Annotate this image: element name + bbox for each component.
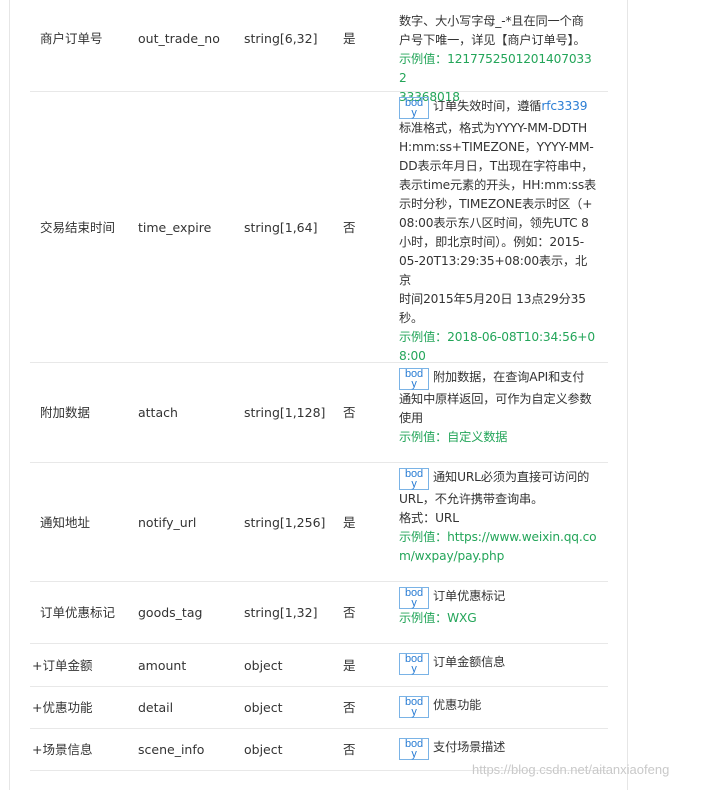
param-field: out_trade_no <box>138 31 220 46</box>
table-row[interactable]: +优惠功能 detail object 否 body 优惠功能 <box>30 687 608 729</box>
desc-first-line: body 订单失效时间，遵循rfc3339 <box>399 97 599 119</box>
body-badge: body <box>399 97 429 119</box>
example-value: 示例值：自定义数据 <box>399 430 508 444</box>
body-badge: body <box>399 587 429 609</box>
desc-first-line: body 通知URL必须为直接可访问的 <box>399 468 599 490</box>
body-badge: body <box>399 468 429 490</box>
param-type: string[6,32] <box>244 31 318 46</box>
param-field: detail <box>138 700 174 715</box>
desc-line: 秒。 <box>399 311 424 325</box>
param-name: 通知地址 <box>40 514 91 530</box>
param-description: body 订单金额信息 <box>399 644 599 675</box>
table-row[interactable]: +订单金额 amount object 是 body 订单金额信息 <box>30 644 608 687</box>
desc-line: 小时，即北京时间）。例如：2015- <box>399 235 585 249</box>
table-row: 通知地址 notify_url string[1,256] 是 body 通知UR… <box>30 463 608 582</box>
desc-line: 08:00表示东八区时间，领先UTC 8 <box>399 216 589 230</box>
param-field: notify_url <box>138 514 197 530</box>
example-value: m/wxpay/pay.php <box>399 549 505 563</box>
param-required: 否 <box>343 405 356 420</box>
param-type: string[1,32] <box>244 605 318 620</box>
desc-line: 户号下唯一，详见【商户订单号】。 <box>399 33 586 47</box>
example-value: 示例值：2018-06-08T10:34:56+0 <box>399 330 595 344</box>
param-type: string[1,256] <box>244 514 326 530</box>
param-description: body 附加数据，在查询API和支付 通知中原样返回，可作为自定义参数 使用 示… <box>399 363 599 447</box>
param-required: 否 <box>343 219 356 235</box>
param-required: 是 <box>343 657 356 673</box>
param-type: object <box>244 700 283 715</box>
param-type: string[1,64] <box>244 219 318 235</box>
rfc-link[interactable]: rfc3339 <box>541 99 587 113</box>
body-badge: body <box>399 738 429 760</box>
table-row: 商户订单号 out_trade_no string[6,32] 是 数字、大小写… <box>30 0 608 104</box>
table-row: 交易结束时间 time_expire string[1,64] 否 body 订单… <box>30 92 608 363</box>
content-frame-right-border <box>627 0 628 790</box>
parameter-table: 商户订单号 out_trade_no string[6,32] 是 数字、大小写… <box>30 0 608 771</box>
param-type: object <box>244 742 283 757</box>
param-type: object <box>244 657 283 673</box>
table-row: 附加数据 attach string[1,128] 否 body 附加数据，在查询… <box>30 363 608 463</box>
param-field: attach <box>138 405 178 420</box>
body-badge: body <box>399 653 429 675</box>
param-description: body 订单优惠标记 示例值：WXG <box>399 582 599 628</box>
desc-text: 订单优惠标记 <box>433 589 506 603</box>
desc-line: 示时分秒，TIMEZONE表示时区（+ <box>399 197 593 211</box>
param-name: 订单优惠标记 <box>40 605 116 620</box>
desc-first-line: body 订单金额信息 <box>399 653 599 675</box>
desc-first-line: body 订单优惠标记 <box>399 587 599 609</box>
param-description: body 通知URL必须为直接可访问的 URL，不允许携带查询串。 格式：URL … <box>399 463 599 566</box>
desc-first-line: body 优惠功能 <box>399 696 599 718</box>
desc-line: 使用 <box>399 411 424 425</box>
desc-line: 通知中原样返回，可作为自定义参数 <box>399 392 592 406</box>
desc-line: 时间2015年5月20日 13点29分35 <box>399 292 586 306</box>
desc-text: 订单失效时间，遵循 <box>433 99 542 113</box>
desc-text: 优惠功能 <box>433 698 482 712</box>
param-name-expandable[interactable]: +订单金额 <box>32 644 92 686</box>
param-name: 商户订单号 <box>40 31 103 46</box>
desc-text: 支付场景描述 <box>433 740 506 754</box>
desc-line: URL，不允许携带查询串。 <box>399 492 544 506</box>
body-badge: body <box>399 368 429 390</box>
param-field: amount <box>138 657 187 673</box>
watermark: https://blog.csdn.net/aitanxiaofeng <box>472 762 670 777</box>
param-required: 否 <box>343 605 356 620</box>
param-required: 是 <box>343 514 356 530</box>
param-name: 交易结束时间 <box>40 219 116 235</box>
desc-line: DD表示年月日，T出现在字符串中， <box>399 159 594 173</box>
table-row: 订单优惠标记 goods_tag string[1,32] 否 body 订单优惠… <box>30 582 608 644</box>
example-value: 示例值：WXG <box>399 611 477 625</box>
param-description: 数字、大小写字母_-*且在同一个商 户号下唯一，详见【商户订单号】。 示例值：1… <box>399 0 599 107</box>
desc-line: H:mm:ss+TIMEZONE，YYYY-MM- <box>399 140 594 154</box>
desc-text: 订单金额信息 <box>433 655 506 669</box>
param-description: body 订单失效时间，遵循rfc3339 标准格式，格式为YYYY-MM-DDT… <box>399 92 599 366</box>
param-required: 否 <box>343 700 356 715</box>
param-description: body 优惠功能 <box>399 687 599 718</box>
desc-text: 附加数据，在查询API和支付 <box>433 370 585 384</box>
param-required: 是 <box>343 31 356 46</box>
example-value: 示例值：12177525012014070332 <box>399 52 592 85</box>
desc-line: 数字、大小写字母_-*且在同一个商 <box>399 14 584 28</box>
param-field: goods_tag <box>138 605 203 620</box>
param-name-expandable[interactable]: +优惠功能 <box>32 687 92 728</box>
param-required: 否 <box>343 742 356 757</box>
param-description: body 支付场景描述 <box>399 729 599 760</box>
param-type: string[1,128] <box>244 405 326 420</box>
param-field: time_expire <box>138 219 212 235</box>
desc-line: 格式：URL <box>399 511 459 525</box>
desc-first-line: body 附加数据，在查询API和支付 <box>399 368 599 390</box>
desc-text: 通知URL必须为直接可访问的 <box>433 470 590 484</box>
param-name: 附加数据 <box>40 405 91 420</box>
example-value: 示例值：https://www.weixin.qq.co <box>399 530 597 544</box>
desc-line: 表示time元素的开头，HH:mm:ss表 <box>399 178 597 192</box>
content-frame-left-border <box>9 0 10 790</box>
body-badge: body <box>399 696 429 718</box>
desc-first-line: body 支付场景描述 <box>399 738 599 760</box>
desc-line: 标准格式，格式为YYYY-MM-DDTH <box>399 121 588 135</box>
desc-line: 05-20T13:29:35+08:00表示，北京 <box>399 254 588 287</box>
param-name-expandable[interactable]: +场景信息 <box>32 729 92 770</box>
param-field: scene_info <box>138 742 205 757</box>
